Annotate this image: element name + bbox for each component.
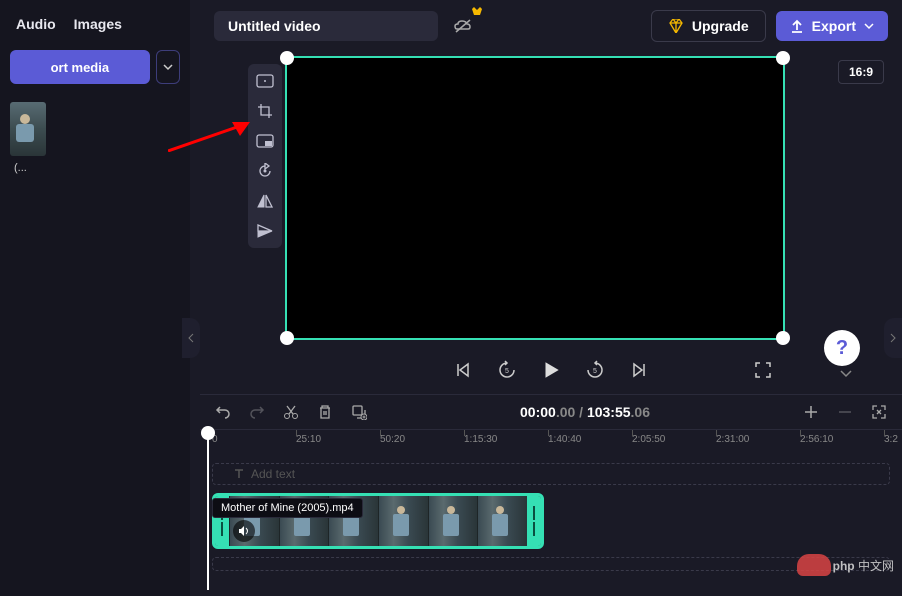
skip-forward-button[interactable]	[628, 359, 650, 381]
topbar: Upgrade Export	[200, 0, 902, 52]
tab-audio[interactable]: Audio	[16, 16, 56, 32]
timeline-toolbar: 00:00.00 / 103:55.06	[200, 394, 902, 429]
text-icon	[233, 468, 245, 480]
watermark: php 中文网	[797, 554, 894, 576]
clip-frame	[428, 496, 478, 546]
clip-volume-icon[interactable]	[233, 520, 255, 542]
question-icon: ?	[836, 337, 848, 360]
text-track-placeholder[interactable]: Add text	[212, 463, 890, 485]
upload-icon	[790, 19, 804, 33]
project-title-input[interactable]	[214, 11, 438, 41]
duplicate-button[interactable]	[350, 403, 368, 421]
resize-handle-br[interactable]	[776, 331, 790, 345]
crop-tool[interactable]	[252, 100, 278, 122]
forward-button[interactable]: 5	[584, 359, 606, 381]
clip-frame	[378, 496, 428, 546]
svg-text:5: 5	[505, 368, 509, 375]
elephant-icon	[797, 554, 831, 576]
play-button[interactable]	[540, 359, 562, 381]
skip-back-button[interactable]	[452, 359, 474, 381]
import-dropdown-button[interactable]	[156, 50, 180, 84]
aspect-ratio-button[interactable]: 16:9	[838, 60, 884, 84]
fit-tool[interactable]	[252, 70, 278, 92]
svg-text:5: 5	[593, 368, 597, 375]
split-button[interactable]	[282, 403, 300, 421]
clip-tooltip: Mother of Mine (2005).mp4	[212, 498, 363, 518]
help-chevron[interactable]	[840, 370, 852, 378]
delete-button[interactable]	[316, 403, 334, 421]
transport-controls: 5 5	[200, 350, 902, 390]
rotate-tool[interactable]	[252, 160, 278, 182]
zoom-in-button[interactable]	[802, 403, 820, 421]
chevron-left-icon	[188, 333, 194, 343]
import-media-button[interactable]: ort media	[10, 50, 150, 84]
timeline-ruler[interactable]: 0 25:10 50:20 1:15:30 1:40:40 2:05:50 2:…	[200, 429, 902, 457]
resize-handle-bl[interactable]	[280, 331, 294, 345]
collapse-left-button[interactable]	[182, 318, 200, 358]
redo-button	[248, 403, 266, 421]
flip-vertical-tool[interactable]	[252, 220, 278, 242]
cloud-off-icon[interactable]	[448, 11, 478, 41]
zoom-out-button	[836, 403, 854, 421]
clip-trim-right[interactable]	[527, 496, 541, 546]
help-button[interactable]: ?	[824, 330, 860, 366]
media-sidebar: Audio Images ort media (...	[0, 0, 190, 596]
pip-tool[interactable]	[252, 130, 278, 152]
chevron-down-icon	[864, 21, 874, 31]
fullscreen-button[interactable]	[752, 359, 774, 381]
timecode-display: 00:00.00 / 103:55.06	[520, 404, 650, 420]
media-thumbnail[interactable]	[10, 102, 46, 156]
chevron-down-icon	[163, 62, 173, 72]
playhead[interactable]	[207, 434, 209, 590]
premium-badge-icon	[472, 7, 482, 15]
flip-horizontal-tool[interactable]	[252, 190, 278, 212]
chevron-down-icon	[840, 370, 852, 378]
resize-handle-tl[interactable]	[280, 51, 294, 65]
empty-track[interactable]	[212, 557, 890, 571]
tab-images[interactable]: Images	[74, 16, 122, 32]
media-tabs: Audio Images	[10, 12, 180, 50]
upgrade-button[interactable]: Upgrade	[651, 10, 766, 42]
export-button[interactable]: Export	[776, 11, 888, 41]
media-caption: (...	[14, 162, 180, 174]
clip-frame	[477, 496, 527, 546]
undo-button[interactable]	[214, 403, 232, 421]
rewind-button[interactable]: 5	[496, 359, 518, 381]
zoom-fit-button[interactable]	[870, 403, 888, 421]
resize-handle-tr[interactable]	[776, 51, 790, 65]
diamond-icon	[668, 19, 684, 33]
canvas-toolbox	[248, 64, 282, 248]
preview-canvas[interactable]	[285, 56, 785, 340]
